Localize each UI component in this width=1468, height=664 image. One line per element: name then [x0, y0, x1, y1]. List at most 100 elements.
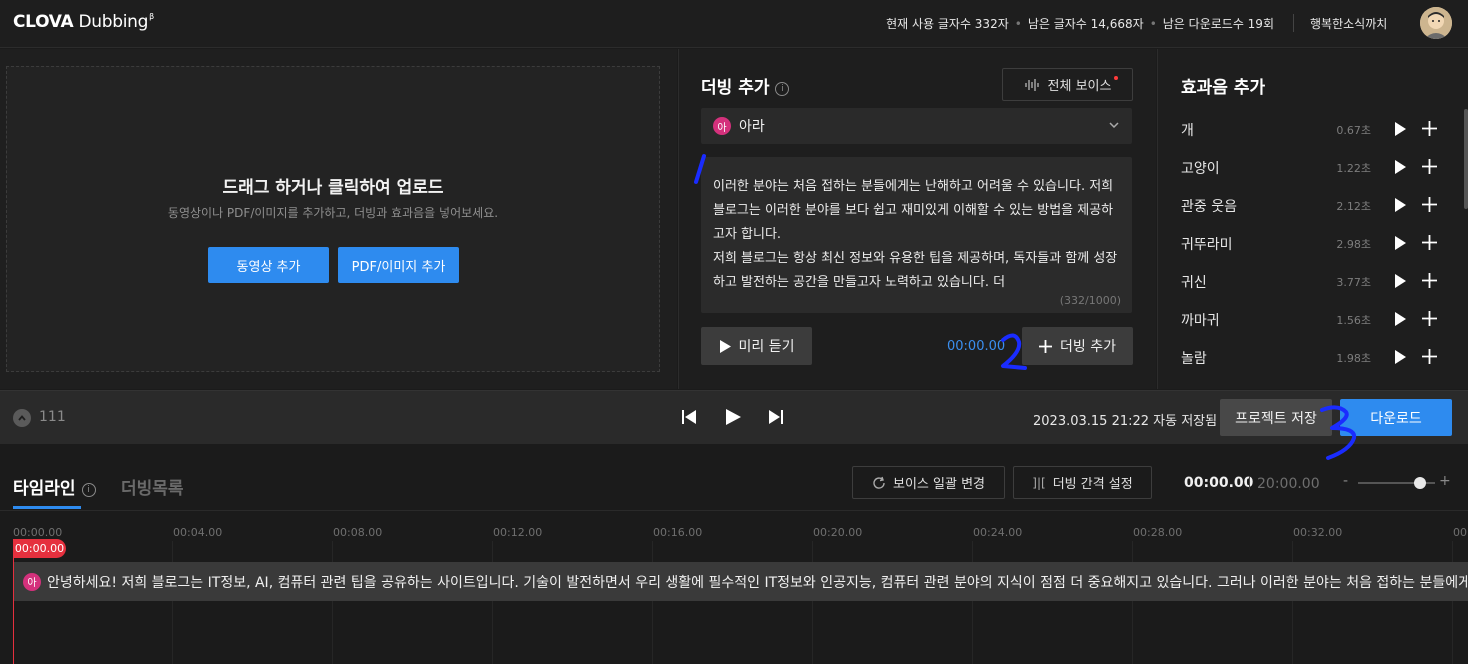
usage-stats: 현재 사용 글자수 332자 • 남은 글자수 14,668자 • 남은 다운로드수 1…: [886, 17, 1274, 31]
upload-panel: 드래그 하거나 클릭하여 업로드 동영상이나 PDF/이미지를 추가하고, 더빙…: [0, 49, 677, 389]
char-counter: (332/1000): [1059, 294, 1121, 307]
ruler-tick-label: 00:24.00: [973, 526, 1023, 539]
effect-name: 고양이: [1181, 161, 1220, 177]
ruler-gridline: [652, 541, 653, 664]
effect-item[interactable]: 고양이 1.22초: [1181, 156, 1453, 178]
playhead-label[interactable]: 00:00.00: [13, 539, 66, 558]
preview-button[interactable]: 미리 듣기: [701, 327, 812, 365]
effect-name: 놀람: [1181, 351, 1207, 367]
total-time: 20:00.00: [1257, 476, 1320, 492]
info-icon[interactable]: i: [775, 82, 790, 96]
chevron-up-icon: [18, 415, 26, 421]
ruler-gridline: [812, 541, 813, 664]
effect-item[interactable]: 개 0.67초: [1181, 118, 1453, 140]
all-voices-button[interactable]: 전체 보이스: [1002, 68, 1133, 101]
transport-bar: 111 2023.03.15 21:22 자동 저장됨 프로젝트 저장 다운로드: [0, 390, 1468, 444]
effect-duration: 2.98초: [1336, 238, 1371, 251]
play-icon[interactable]: [1394, 198, 1406, 212]
ruler-tick-label: 00:12.00: [493, 526, 543, 539]
upload-dropzone[interactable]: 드래그 하거나 클릭하여 업로드 동영상이나 PDF/이미지를 추가하고, 더빙…: [6, 66, 660, 372]
active-tab-indicator: [13, 506, 81, 509]
effect-duration: 1.98초: [1336, 352, 1371, 365]
play-icon[interactable]: [1394, 274, 1406, 288]
effect-name: 개: [1181, 123, 1194, 139]
autosave-status: 2023.03.15 21:22 자동 저장됨: [1033, 414, 1218, 429]
collapse-button[interactable]: [13, 409, 31, 427]
play-icon[interactable]: [1394, 160, 1406, 174]
play-icon[interactable]: [1394, 312, 1406, 326]
effect-item[interactable]: 관중 웃음 2.12초: [1181, 194, 1453, 216]
effect-name: 귀신: [1181, 275, 1207, 291]
effects-title: 효과음 추가: [1181, 78, 1266, 98]
download-button[interactable]: 다운로드: [1340, 399, 1452, 436]
effect-item[interactable]: 귀뚜라미 2.98초: [1181, 232, 1453, 254]
refresh-icon: [873, 476, 885, 489]
voice-select[interactable]: 아 아라: [701, 108, 1132, 144]
tab-dubbing-list[interactable]: 더빙목록: [121, 474, 184, 499]
ruler-gridline: [972, 541, 973, 664]
plus-icon[interactable]: [1422, 349, 1437, 364]
add-video-button[interactable]: 동영상 추가: [208, 247, 329, 283]
plus-icon[interactable]: [1422, 197, 1437, 212]
ruler-gridline: [332, 541, 333, 664]
effects-scrollbar[interactable]: [1464, 109, 1468, 209]
ruler-tick-label: 00:28.00: [1133, 526, 1183, 539]
zoom-slider-handle[interactable]: [1414, 477, 1426, 489]
header-divider: [1293, 14, 1294, 32]
username[interactable]: 행복한소식까치: [1310, 15, 1387, 32]
interval-icon: ]|[: [1032, 475, 1046, 490]
ruler-gridline: [492, 541, 493, 664]
effect-item[interactable]: 놀람 1.98초: [1181, 346, 1453, 368]
chevron-down-icon: [1109, 122, 1119, 129]
play-icon[interactable]: [1394, 236, 1406, 250]
dubbing-interval-button[interactable]: ]|[ 더빙 간격 설정: [1013, 466, 1152, 499]
clip-text: 안녕하세요! 저희 블로그는 IT정보, AI, 컴퓨터 관련 팁을 공유하는 …: [47, 574, 1468, 591]
plus-icon[interactable]: [1422, 235, 1437, 250]
plus-icon[interactable]: [1422, 311, 1437, 326]
play-icon[interactable]: [725, 408, 741, 426]
play-icon[interactable]: [1394, 350, 1406, 364]
bulk-voice-change-button[interactable]: 보이스 일괄 변경: [852, 466, 1005, 499]
add-pdf-image-button[interactable]: PDF/이미지 추가: [338, 247, 459, 283]
plus-icon[interactable]: [1422, 121, 1437, 136]
effect-duration: 1.56초: [1336, 314, 1371, 327]
ruler-gridline: [1132, 541, 1133, 664]
timeline-section: 타임라인 i 더빙목록 보이스 일괄 변경 ]|[ 더빙 간격 설정 00:00.…: [0, 445, 1468, 664]
effect-item[interactable]: 귀신 3.77초: [1181, 270, 1453, 292]
dubbing-clip[interactable]: 아 안녕하세요! 저희 블로그는 IT정보, AI, 컴퓨터 관련 팁을 공유하…: [14, 562, 1468, 601]
ruler-divider: [0, 510, 1468, 511]
play-icon[interactable]: [1394, 122, 1406, 136]
zoom-out-button[interactable]: -: [1343, 473, 1348, 489]
effect-duration: 1.22초: [1336, 162, 1371, 175]
save-project-button[interactable]: 프로젝트 저장: [1220, 399, 1332, 436]
ruler-gridline: [1452, 541, 1453, 664]
new-indicator: [1114, 76, 1118, 80]
dropzone-subtitle: 동영상이나 PDF/이미지를 추가하고, 더빙과 효과음을 넣어보세요.: [167, 206, 499, 220]
ruler-gridline: [1292, 541, 1293, 664]
user-avatar[interactable]: [1420, 7, 1452, 39]
add-dubbing-button[interactable]: 더빙 추가: [1022, 327, 1133, 365]
ruler-tick-label: 00:00.00: [13, 526, 63, 539]
dubbing-panel: 더빙 추가 i 전체 보이스 아 아라 이러한 분야는 처음 접하는 분들에게는 …: [678, 49, 1156, 389]
effect-name: 관중 웃음: [1181, 199, 1237, 215]
app-header: CLOVA Dubbingβ 현재 사용 글자수 332자 • 남은 글자수 14,…: [0, 0, 1468, 48]
dubbing-text: 이러한 분야는 처음 접하는 분들에게는 난해하고 어려울 수 있습니다. 저희…: [713, 179, 1118, 290]
app-logo[interactable]: CLOVA Dubbingβ: [13, 12, 154, 32]
waveform-icon: [1024, 78, 1039, 91]
dubbing-timecode[interactable]: 00:00.00: [947, 339, 1005, 354]
ruler-tick-label: 00:20.00: [813, 526, 863, 539]
ruler-gridline: [172, 541, 173, 664]
effect-item[interactable]: 까마귀 1.56초: [1181, 308, 1453, 330]
plus-icon[interactable]: [1422, 159, 1437, 174]
skip-forward-icon[interactable]: [768, 408, 784, 426]
skip-back-icon[interactable]: [681, 408, 697, 426]
ruler-tick-label: 00:32.00: [1293, 526, 1343, 539]
info-icon[interactable]: i: [81, 483, 96, 497]
voice-badge: 아: [713, 117, 731, 135]
zoom-in-button[interactable]: +: [1439, 473, 1451, 489]
plus-icon[interactable]: [1422, 273, 1437, 288]
effect-duration: 2.12초: [1336, 200, 1371, 213]
tab-timeline[interactable]: 타임라인 i: [13, 474, 96, 499]
dubbing-text-input[interactable]: 이러한 분야는 처음 접하는 분들에게는 난해하고 어려울 수 있습니다. 저희…: [701, 157, 1132, 313]
remaining-chars: 남은 글자수 14,668자: [1027, 17, 1144, 31]
